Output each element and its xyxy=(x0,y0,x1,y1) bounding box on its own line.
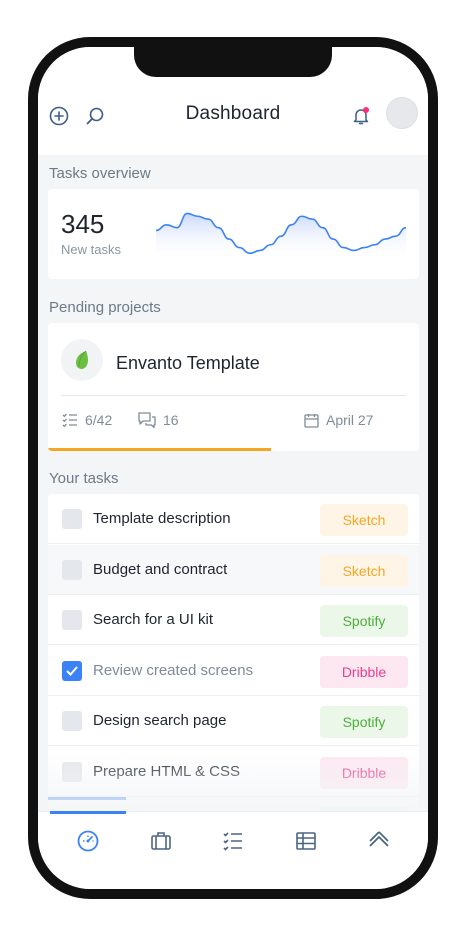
active-tab-indicator xyxy=(50,811,126,814)
task-row[interactable]: Review created screens Dribble xyxy=(48,645,419,696)
task-row[interactable]: Template description Sketch xyxy=(48,494,419,544)
task-tag[interactable]: Spotify xyxy=(320,605,408,637)
task-name: Budget and contract xyxy=(93,560,228,578)
task-tag[interactable]: Sketch xyxy=(320,504,408,536)
new-tasks-label: New tasks xyxy=(61,242,121,257)
project-comment-count: 16 xyxy=(163,412,179,428)
checklist-icon[interactable] xyxy=(220,828,246,854)
project-task-count: 6/42 xyxy=(85,412,113,428)
pending-projects-label: Pending projects xyxy=(49,299,161,316)
tab-bar xyxy=(38,811,428,889)
your-tasks-label: Your tasks xyxy=(49,470,119,487)
phone-frame: Dashboard Tasks overview 345 New tasks P… xyxy=(28,37,438,899)
task-tag[interactable]: Spotify xyxy=(320,706,408,738)
calendar-icon xyxy=(304,413,319,428)
task-checkbox[interactable] xyxy=(62,711,82,731)
tasks-sparkline xyxy=(156,212,406,261)
task-name: Review created screens xyxy=(93,661,254,679)
task-name: Design search page xyxy=(93,712,227,729)
envato-leaf-icon xyxy=(61,339,103,381)
project-comments: 16 xyxy=(138,412,179,428)
project-card[interactable]: Envanto Template 6/42 16 April 27 xyxy=(48,323,419,451)
task-name: Template description xyxy=(93,510,231,527)
task-tag[interactable]: Dribble xyxy=(320,655,408,688)
screen: Dashboard Tasks overview 345 New tasks P… xyxy=(38,47,428,889)
scroll-fade xyxy=(38,751,428,811)
task-checkbox[interactable] xyxy=(62,660,82,681)
task-row[interactable]: Search for a UI kit Spotify xyxy=(48,595,419,645)
checklist-icon xyxy=(62,413,77,427)
check-icon xyxy=(66,665,78,676)
task-checkbox[interactable] xyxy=(62,610,82,630)
project-date: April 27 xyxy=(304,412,373,428)
sparkline-area xyxy=(156,213,406,261)
divider xyxy=(61,395,406,396)
briefcase-icon[interactable] xyxy=(148,828,174,854)
project-tasks: 6/42 xyxy=(62,412,112,428)
chevrons-up-icon[interactable] xyxy=(366,828,392,854)
new-tasks-count: 345 xyxy=(61,209,105,239)
project-due-date: April 27 xyxy=(326,412,374,428)
bell-icon[interactable] xyxy=(350,105,372,127)
avatar[interactable] xyxy=(386,97,418,129)
project-progress-bar xyxy=(48,448,271,451)
table-icon[interactable] xyxy=(293,828,319,854)
task-checkbox[interactable] xyxy=(62,559,82,580)
task-row[interactable]: Budget and contract Sketch xyxy=(48,544,419,595)
task-tag[interactable]: Sketch xyxy=(320,554,408,587)
notch xyxy=(134,47,332,77)
dashboard-icon[interactable] xyxy=(75,828,101,854)
tasks-overview-label: Tasks overview xyxy=(49,165,151,182)
dashboard-content: Tasks overview 345 New tasks Pending pro… xyxy=(38,155,428,811)
task-checkbox[interactable] xyxy=(62,509,82,529)
task-name: Search for a UI kit xyxy=(93,611,214,628)
project-name: Envanto Template xyxy=(116,353,260,373)
tasks-overview-card[interactable]: 345 New tasks xyxy=(48,189,419,279)
comments-icon xyxy=(138,412,156,428)
task-row[interactable]: Design search page Spotify xyxy=(48,696,419,746)
